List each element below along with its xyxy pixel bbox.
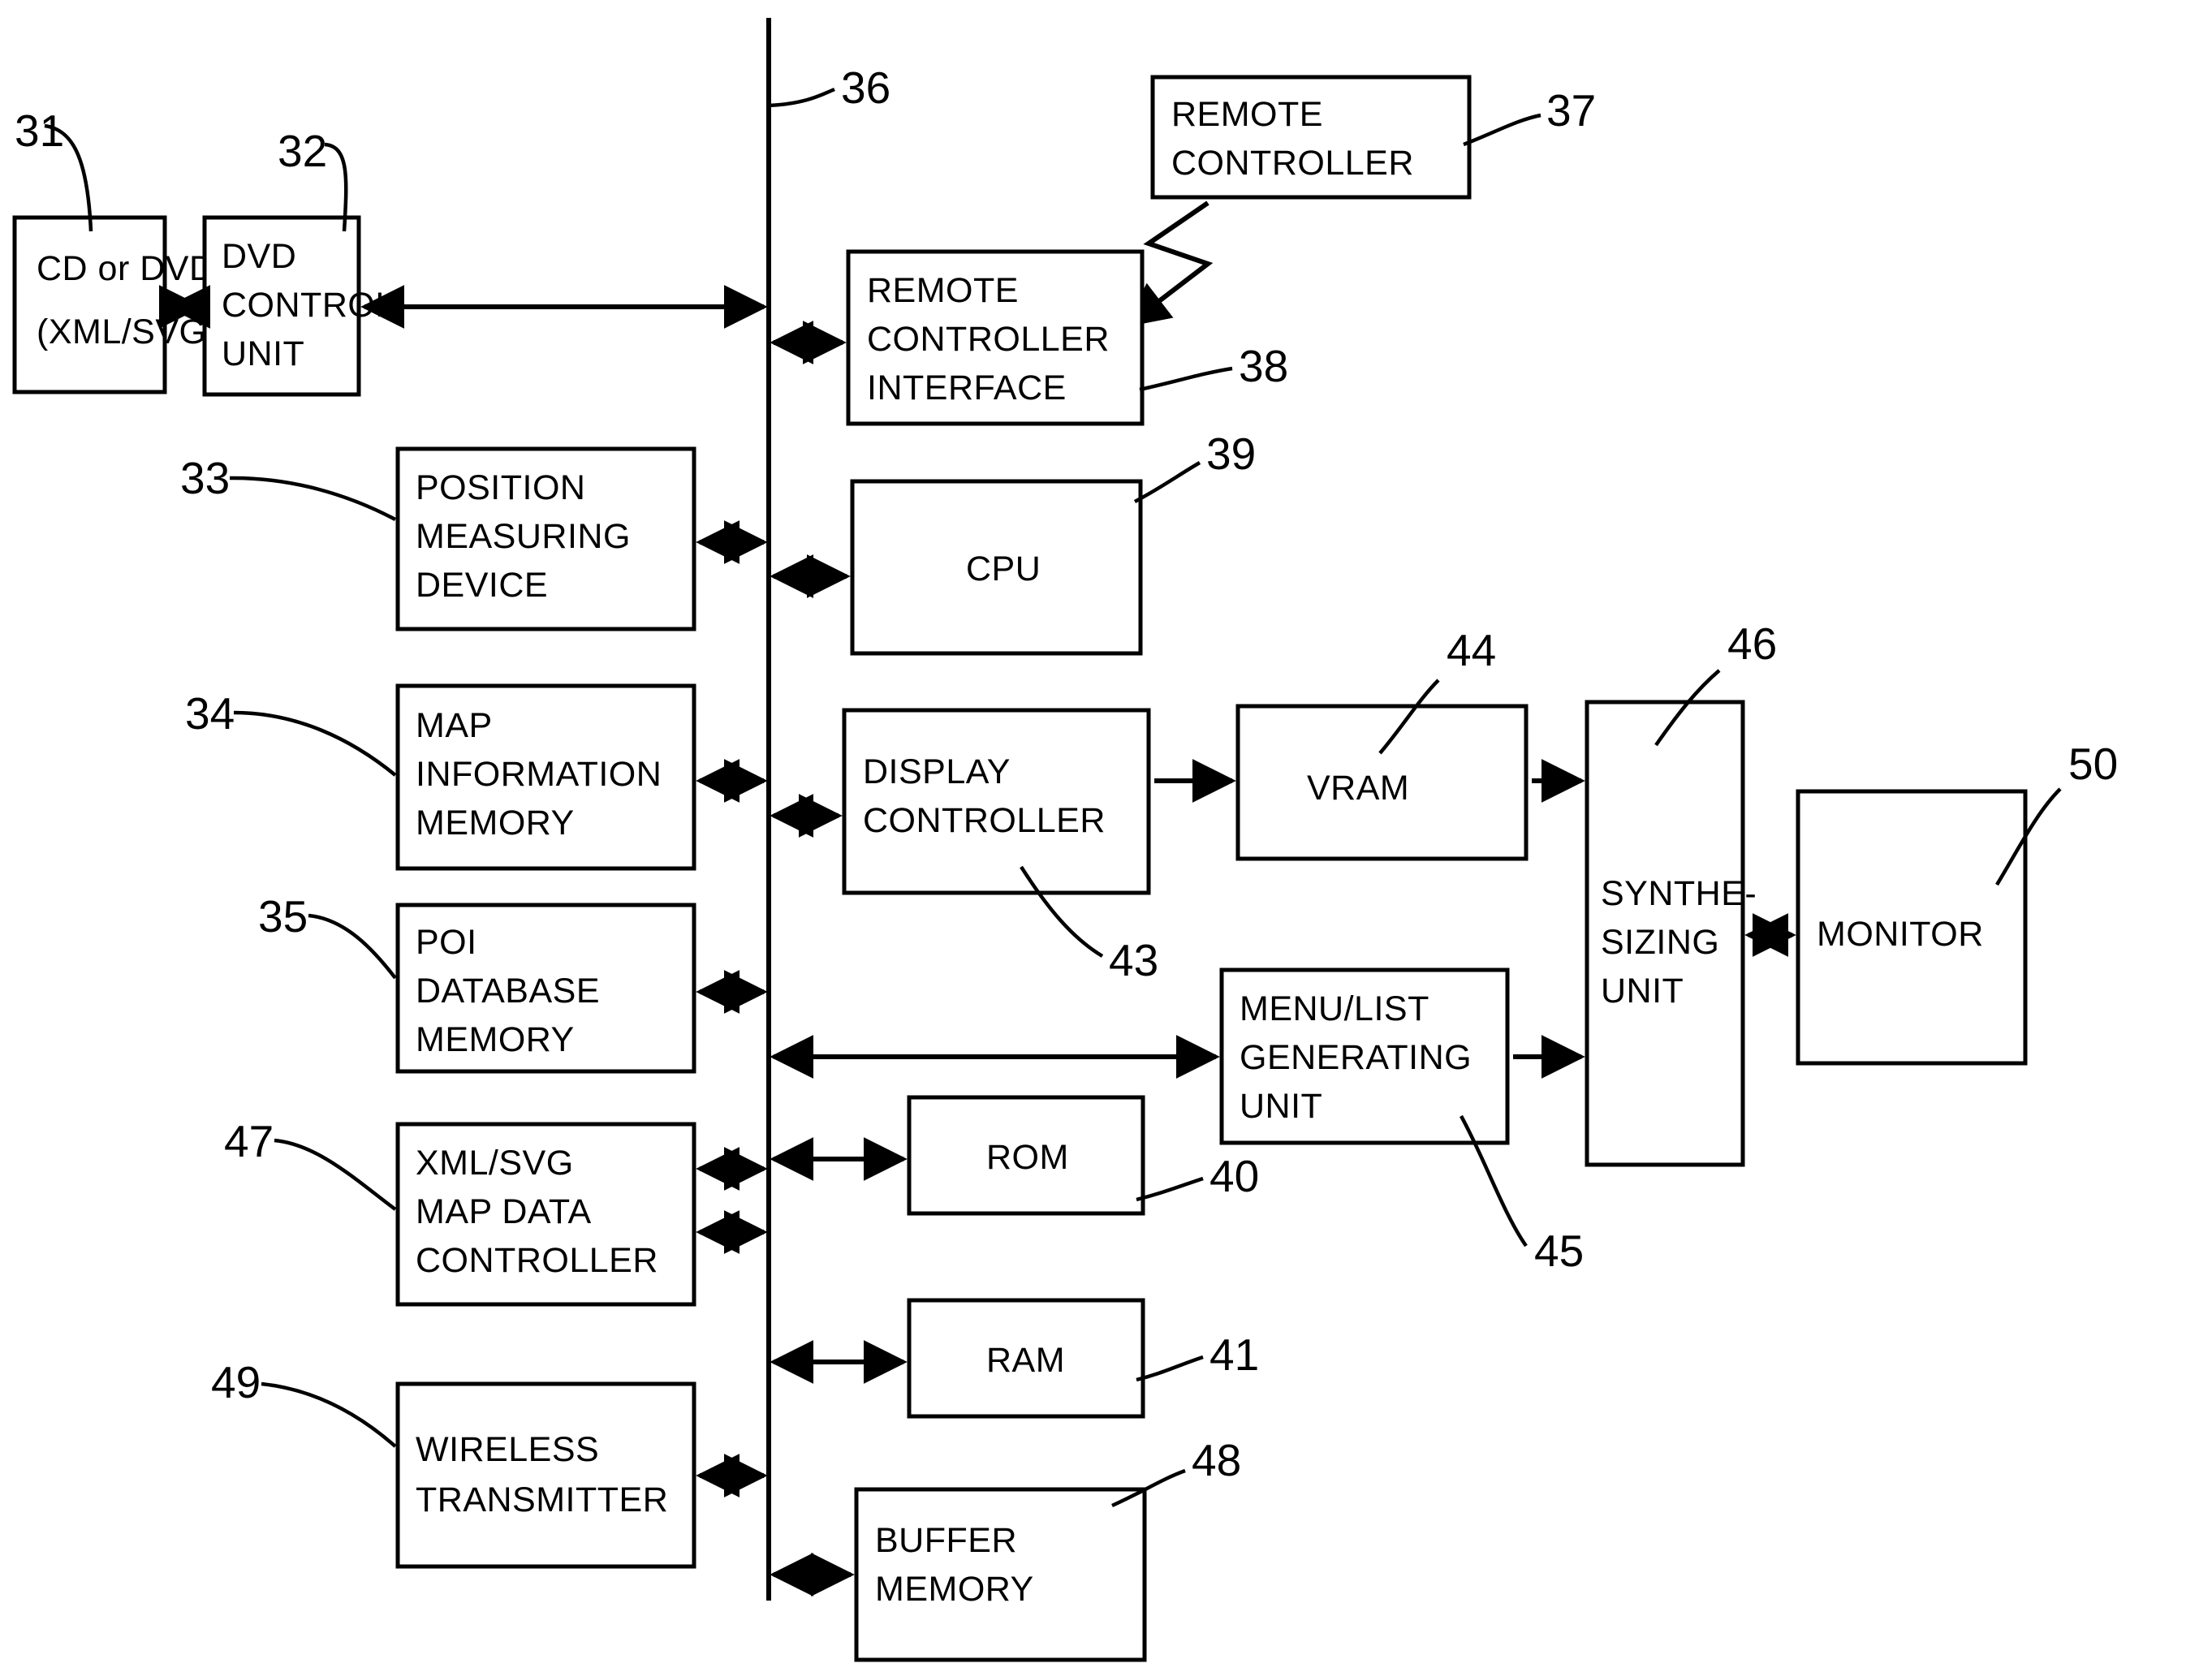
block-label-dvd-control-line1: DVD xyxy=(222,237,296,276)
leader-49 xyxy=(261,1381,397,1448)
ref-number-37: 37 xyxy=(1546,85,1596,136)
block-label-wireless-line1: WIRELESS xyxy=(416,1430,599,1469)
ref-number-46: 46 xyxy=(1727,618,1777,669)
block-label-menu-line1: MENU/LIST xyxy=(1240,989,1429,1028)
block-label-map-info-line2: INFORMATION xyxy=(416,755,662,794)
block-label-poi-line1: POI xyxy=(416,923,477,962)
ref-number-49: 49 xyxy=(211,1357,261,1407)
block-label-ram: RAM xyxy=(986,1341,1065,1380)
block-label-vram: VRAM xyxy=(1307,769,1409,808)
ref-number-39: 39 xyxy=(1206,429,1256,479)
ref-number-50: 50 xyxy=(2068,739,2118,789)
block-label-buffer-line2: MEMORY xyxy=(875,1570,1034,1609)
block-cd-or-dvd xyxy=(12,215,167,394)
leader-40 xyxy=(1136,1176,1204,1202)
block-label-xmlsvg-line2: MAP DATA xyxy=(416,1192,592,1231)
leader-38 xyxy=(1139,366,1233,392)
ref-number-45: 45 xyxy=(1534,1226,1584,1276)
leader-35 xyxy=(308,913,397,980)
block-label-dvd-control-line3: UNIT xyxy=(222,334,304,373)
block-label-remote-ctrl-line1: REMOTE xyxy=(1171,95,1323,134)
block-label-monitor: MONITOR xyxy=(1817,915,1984,954)
block-wireless-transmitter xyxy=(395,1381,696,1569)
leader-39 xyxy=(1133,461,1201,503)
ref-number-33: 33 xyxy=(180,453,230,503)
block-label-cd-or-dvd-line2: (XML/SVG) xyxy=(37,312,218,351)
block-label-display-line2: CONTROLLER xyxy=(863,801,1106,840)
ref-number-32: 32 xyxy=(278,126,327,176)
ref-number-40: 40 xyxy=(1209,1151,1259,1201)
block-label-position-line3: DEVICE xyxy=(416,566,548,605)
block-label-position-line2: MEASURING xyxy=(416,517,631,556)
block-diagram: 36 CD or DVD (XML/SVG) 31 DVD CONTROL UN… xyxy=(12,18,2118,1662)
block-label-menu-line3: UNIT xyxy=(1240,1087,1322,1126)
block-label-xmlsvg-line1: XML/SVG xyxy=(416,1144,574,1183)
ref-number-31: 31 xyxy=(15,106,64,156)
block-label-remote-if-line2: CONTROLLER xyxy=(867,320,1110,359)
block-label-cpu: CPU xyxy=(966,549,1041,588)
block-label-poi-line3: MEMORY xyxy=(416,1020,575,1059)
leader-33 xyxy=(229,476,397,521)
ref-number-47: 47 xyxy=(224,1116,274,1166)
block-label-remote-if-line1: REMOTE xyxy=(867,271,1019,310)
patent-figure-canvas: 36 CD or DVD (XML/SVG) 31 DVD CONTROL UN… xyxy=(0,0,2212,1672)
block-label-remote-ctrl-line2: CONTROLLER xyxy=(1171,144,1414,183)
block-label-synth-line3: UNIT xyxy=(1601,972,1684,1011)
block-label-synth-line1: SYNTHE- xyxy=(1601,874,1757,913)
block-label-map-info-line3: MEMORY xyxy=(416,804,575,842)
block-label-map-info-line1: MAP xyxy=(416,706,493,745)
block-label-buffer-line1: BUFFER xyxy=(875,1521,1017,1560)
block-label-cd-or-dvd-line1: CD or DVD xyxy=(37,249,215,288)
block-label-rom: ROM xyxy=(986,1138,1069,1177)
ref-number-36: 36 xyxy=(841,62,890,113)
block-label-poi-line2: DATABASE xyxy=(416,972,600,1011)
block-label-remote-if-line3: INTERFACE xyxy=(867,368,1067,407)
ref-number-44: 44 xyxy=(1447,625,1496,675)
block-label-position-line1: POSITION xyxy=(416,468,585,507)
leader-41 xyxy=(1136,1355,1204,1382)
leader-34 xyxy=(233,710,397,777)
ref-number-34: 34 xyxy=(185,688,235,739)
block-label-display-line1: DISPLAY xyxy=(863,752,1011,791)
ref-number-38: 38 xyxy=(1239,341,1288,391)
ref-number-35: 35 xyxy=(258,891,308,942)
ref-number-48: 48 xyxy=(1192,1435,1241,1485)
block-label-synth-line2: SIZING xyxy=(1601,923,1719,962)
ref-number-41: 41 xyxy=(1209,1329,1259,1380)
leader-37 xyxy=(1463,113,1542,147)
leader-36 xyxy=(768,87,835,108)
leader-47 xyxy=(274,1138,397,1211)
block-label-xmlsvg-line3: CONTROLLER xyxy=(416,1241,658,1280)
block-label-menu-line2: GENERATING xyxy=(1240,1038,1472,1077)
block-label-wireless-line2: TRANSMITTER xyxy=(416,1480,668,1519)
ref-number-43: 43 xyxy=(1109,935,1158,985)
